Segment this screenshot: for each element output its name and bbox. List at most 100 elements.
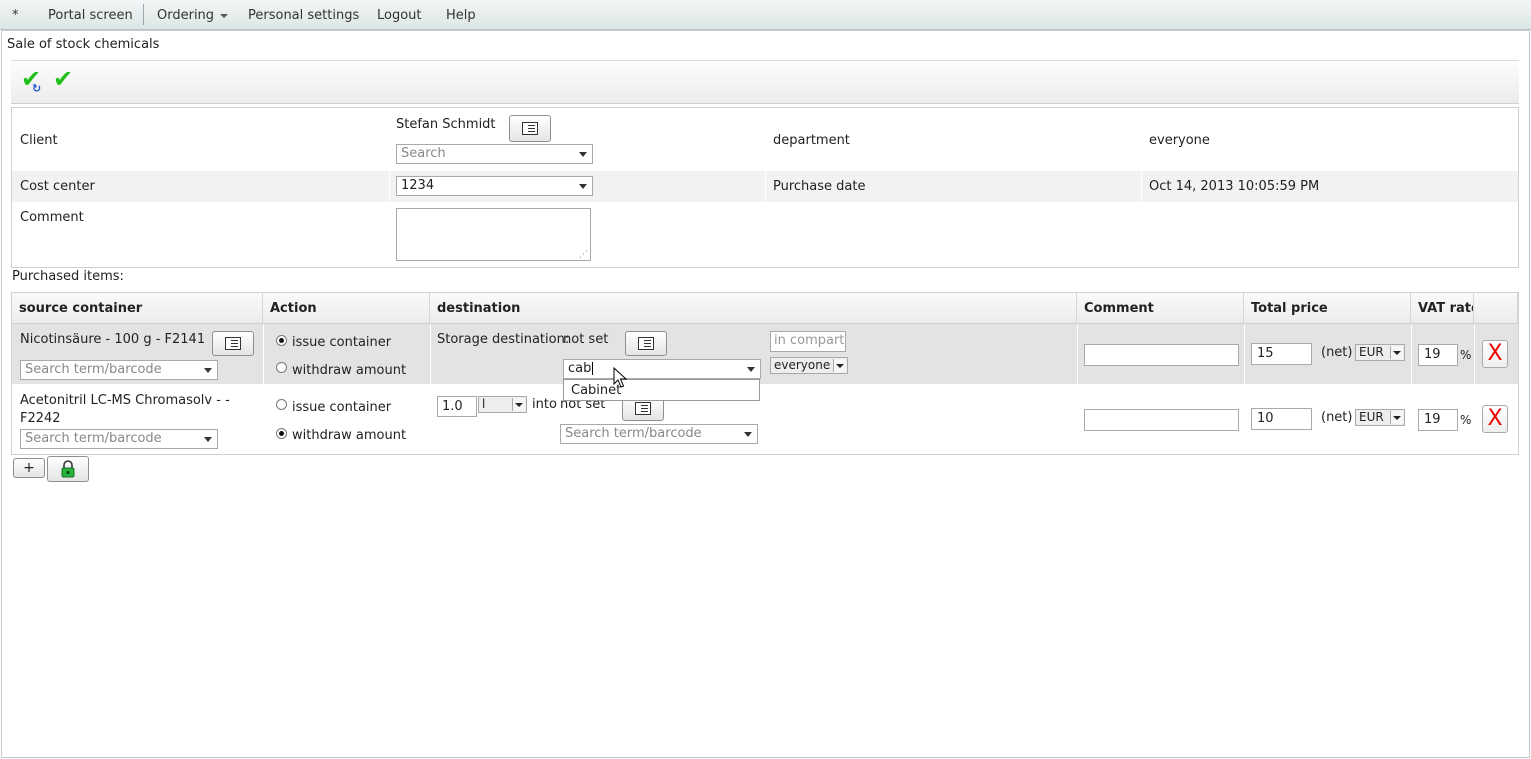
save-icon[interactable]: ✔ [53,66,73,92]
client-search-combo[interactable]: Search [396,144,593,164]
withdraw-amount-radio[interactable] [276,362,287,373]
withdraw-amount-label: withdraw amount [292,363,407,378]
withdraw-amount-radio[interactable] [276,428,287,439]
vat-percent-label: % [1460,413,1472,427]
column-header-comment: Comment [1077,293,1244,324]
list-picker-icon [635,401,651,415]
vat-input[interactable]: 19 [1418,409,1458,431]
cell-separator [1411,324,1412,454]
cell-separator [430,324,431,454]
list-picker-icon [225,336,241,350]
menu-separator [143,4,144,25]
list-picker-icon [638,336,654,350]
lock-button[interactable] [47,456,89,482]
destination-picker-button[interactable] [625,331,667,356]
cell-separator [1141,171,1142,202]
source-search-placeholder: Search term/barcode [25,431,162,446]
item-comment-input[interactable] [1084,344,1239,366]
cost-center-value: 1234 [401,178,435,193]
purchase-date-value: Oct 14, 2013 10:05:59 PM [1149,179,1320,194]
item-comment-input[interactable] [1084,409,1239,431]
chevron-down-icon [220,13,229,18]
cell-separator [389,171,390,202]
net-label: (net) [1321,410,1353,425]
cell-separator [263,324,264,454]
issue-container-radio[interactable] [276,399,287,410]
menu-item-personal-settings[interactable]: Personal settings [248,0,359,30]
department-label: department [773,133,850,148]
destination-search-combo[interactable]: Search term/barcode [560,424,758,444]
vat-input[interactable]: 19 [1418,344,1458,366]
mouse-cursor-icon [613,367,627,388]
source-search-combo[interactable]: Search term/barcode [20,429,218,449]
destination-search-value: cab [568,361,592,376]
toolbar [11,60,1519,104]
save-and-continue-icon[interactable]: ✔ ↻ [21,66,41,95]
compartment-input[interactable]: in compartment [770,331,846,352]
currency-select[interactable]: EUR [1355,409,1405,426]
menu-item-star[interactable]: * [12,0,19,30]
chevron-down-icon [579,152,587,157]
purchase-date-label: Purchase date [773,179,866,194]
menu-item-logout[interactable]: Logout [377,0,422,30]
cell-separator [1077,324,1078,454]
owner-value: everyone [774,358,831,372]
chevron-down-icon [833,359,846,372]
destination-search-input[interactable]: cab [563,359,761,379]
menu-item-portal-screen[interactable]: Portal screen [48,0,133,30]
issue-container-radio[interactable] [276,335,287,346]
add-item-button[interactable]: + [13,458,45,478]
source-container-name-line1: Acetonitril LC-MS Chromasolv - - [20,393,230,408]
comment-textarea[interactable]: ⋰ [396,208,591,261]
text-cursor [592,362,594,375]
source-picker-button[interactable] [212,331,254,356]
issue-container-label: issue container [292,335,392,350]
source-search-placeholder: Search term/barcode [25,362,162,377]
source-container-name: Nicotinsäure - 100 g - F2141 [20,332,206,347]
chevron-down-icon [512,398,525,411]
chevron-down-icon [204,437,212,442]
into-label: into [532,397,557,412]
cell-separator [765,171,766,202]
source-search-combo[interactable]: Search term/barcode [20,360,218,380]
menu-item-ordering[interactable]: Ordering [157,0,229,30]
delete-row-button[interactable]: X [1482,405,1508,433]
delete-row-button[interactable]: X [1482,340,1508,368]
chevron-down-icon [1390,346,1403,359]
autocomplete-popup: Cabinet [563,379,760,401]
resize-grip-icon[interactable]: ⋰ [579,250,588,260]
currency-select[interactable]: EUR [1355,344,1405,361]
currency-value: EUR [1359,410,1384,424]
client-picker-button[interactable] [509,115,551,142]
price-input[interactable]: 15 [1251,343,1312,365]
column-header-source: source container [12,293,263,324]
unit-value: l [482,397,486,411]
amount-input[interactable]: 1.0 [437,396,477,417]
cell-separator [1474,324,1475,454]
storage-destination-label: Storage destination: [437,332,570,347]
department-value: everyone [1149,133,1210,148]
cell-separator [1244,324,1245,454]
client-name: Stefan Schmidt [396,117,496,132]
vat-percent-label: % [1460,348,1472,362]
client-search-placeholder: Search [401,146,446,161]
menubar: * Portal screen Ordering Personal settin… [0,0,1531,30]
chevron-down-icon [744,432,752,437]
list-picker-icon [522,121,538,135]
lock-icon [61,460,75,478]
column-header-action: Action [263,293,430,324]
menu-item-help[interactable]: Help [446,0,476,30]
owner-select[interactable]: everyone [770,357,848,374]
price-input[interactable]: 10 [1251,408,1312,430]
cost-center-select[interactable]: 1234 [396,176,593,196]
column-header-vat-rate: VAT rate [1411,293,1474,324]
chevron-down-icon [747,367,755,372]
chevron-down-icon [579,184,587,189]
column-header-total-price: Total price [1244,293,1411,324]
chevron-down-icon [204,368,212,373]
source-container-name-line2: F2242 [20,411,61,426]
unit-select[interactable]: l [478,396,527,413]
comment-label: Comment [20,210,84,225]
currency-value: EUR [1359,345,1384,359]
destination-search-placeholder: Search term/barcode [565,426,702,441]
